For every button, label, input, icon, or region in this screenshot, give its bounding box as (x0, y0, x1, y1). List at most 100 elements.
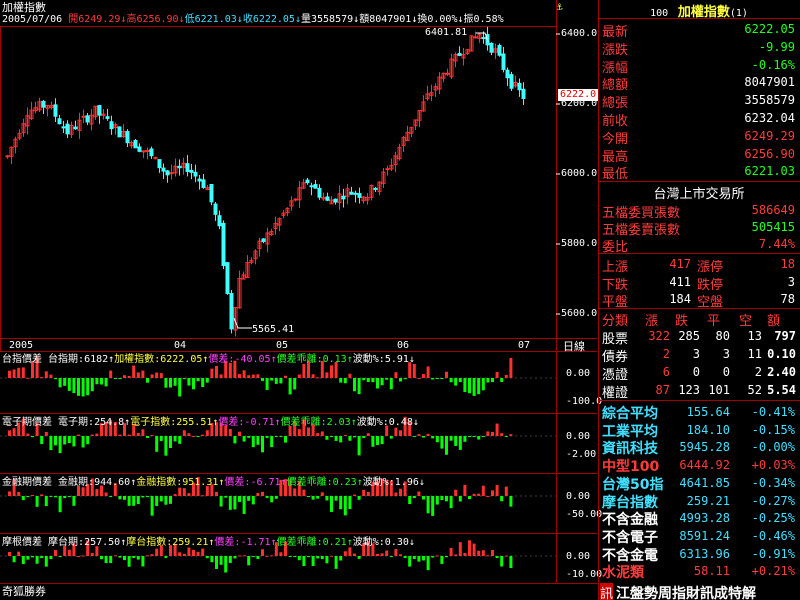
candle (25, 107, 30, 135)
category-cell: 0 (692, 365, 700, 379)
index-change: -0.25% (751, 511, 795, 526)
info-row: 工業平均 184.10 -0.15% (599, 421, 800, 440)
info-row: 水泥類 58.11 +0.21% (599, 562, 800, 582)
candle (17, 129, 22, 141)
sub-panel-header: 電子期價差 電子期:254.8↑電子指數:255.51↑價差:-0.71↑價差乖… (2, 417, 419, 428)
category-cell: 0 (722, 365, 730, 379)
candle (125, 129, 130, 147)
candle (317, 184, 322, 200)
candle (45, 104, 50, 117)
candle (333, 198, 338, 205)
breadth-value: 184 (669, 292, 691, 306)
sub-panel[interactable]: 摩根價差 摩台期:257.50↑摩台指數:259.21↑價差:-1.71↑價差乖… (0, 535, 602, 585)
candle (173, 158, 178, 177)
index-value: 4641.85 (679, 475, 730, 490)
candle (305, 177, 310, 185)
candle (337, 185, 342, 211)
candle (461, 47, 466, 66)
index-value: 4993.28 (679, 511, 730, 526)
quote-value: 6249.29 (744, 128, 795, 143)
breadth-value: 417 (669, 257, 691, 271)
candle (177, 159, 182, 176)
index-value: 6444.92 (679, 458, 730, 473)
month-label: 04 (174, 340, 187, 351)
exchange-title: 台灣上市交易所 (653, 187, 745, 202)
candle (389, 158, 394, 172)
candle (161, 163, 166, 180)
quote-value: 8047901 (744, 75, 795, 90)
index-value: 184.10 (686, 422, 730, 437)
sub-panel-tick: -50.00 (566, 509, 603, 520)
category-name: 權證 (602, 386, 629, 401)
news-ticker[interactable]: 訊 江盤勢周指財訊成特解 (599, 581, 800, 600)
candle (5, 154, 10, 159)
index-change: -0.46% (751, 528, 795, 543)
candle (237, 270, 242, 309)
month-label: 2005 (9, 340, 34, 351)
info-row: 最高 6256.90 (599, 145, 800, 165)
candle (205, 184, 210, 191)
candle (85, 113, 90, 126)
index-change: -0.34% (751, 475, 795, 490)
exchange-value: 505415 (751, 220, 795, 234)
candle (497, 43, 502, 57)
candle (381, 168, 386, 188)
quote-panel: 100 加權指數(1) 最新 6222.05 漲跌 -9.99 漲幅 -0.16% 總… (598, 0, 800, 600)
sub-panel-tick: -100.0 (566, 396, 603, 407)
candle (81, 109, 86, 123)
candle (329, 196, 334, 205)
info-row: 最低 6221.03 (599, 162, 800, 182)
info-row: 憑證 6 0 0 2 2.40 (599, 363, 800, 383)
quote-value: 6232.04 (744, 111, 795, 125)
info-row: 下跌 411 跌停 3 (599, 273, 800, 293)
info-row: 平盤 184 空盤 78 (599, 290, 800, 310)
category-cell: 11 (747, 347, 762, 361)
candle (89, 109, 94, 131)
candle (493, 43, 498, 59)
candle (437, 72, 442, 95)
category-cell: 5.54 (767, 383, 796, 397)
candle (297, 181, 302, 208)
chart-area[interactable]: 加權指數 ⚓ 2005/07/06 開6249.29↓高6256.90↓低622… (0, 0, 602, 600)
candle (501, 47, 506, 73)
candle (213, 202, 218, 221)
quote-value: 6256.90 (744, 146, 795, 161)
index-name: 水泥類 (602, 565, 644, 582)
candle (293, 198, 298, 202)
sub-panel[interactable]: 台指價差 台指期:6182↑加權指數:6222.05↑價差:-40.05↑價差乖… (0, 352, 602, 415)
quote-value: -0.16% (751, 57, 795, 72)
candle (517, 78, 522, 97)
candle (361, 195, 366, 204)
sub-panel[interactable]: 電子期價差 電子期:254.8↑電子指數:255.51↑價差:-0.71↑價差乖… (0, 415, 597, 475)
candle (413, 119, 418, 131)
sub-panel-tick: 0.00 (566, 368, 591, 379)
candle (377, 181, 382, 196)
month-label: 06 (397, 340, 410, 351)
sub-panel-tick: 0.00 (566, 431, 591, 442)
index-change: +0.03% (751, 458, 795, 473)
month-label: 05 (276, 340, 289, 351)
candle (169, 164, 174, 180)
candle (301, 178, 306, 189)
candle (369, 184, 374, 201)
candle (309, 182, 314, 196)
price-tick: 6400.0 (561, 28, 598, 39)
ticker-text: 江盤勢周指財訊成特解 (616, 586, 756, 600)
category-cell: 3 (722, 347, 730, 361)
candle (281, 210, 286, 219)
sub-panel[interactable]: 金融期價差 金融期:944.60↑金融指數:951.31↑價差:-6.71↑價差… (0, 475, 602, 535)
candle (65, 120, 70, 139)
candle (509, 71, 514, 91)
candle (149, 146, 154, 159)
candle (353, 190, 358, 203)
candle (341, 188, 346, 208)
candle (153, 156, 158, 160)
candle (53, 98, 58, 122)
quote-value: -9.99 (758, 39, 795, 54)
sub-panel-tick: -10.00 (566, 569, 603, 580)
candle (365, 193, 370, 205)
candle (77, 112, 82, 139)
candle (421, 95, 426, 112)
candle (397, 143, 402, 161)
candle (441, 72, 446, 83)
